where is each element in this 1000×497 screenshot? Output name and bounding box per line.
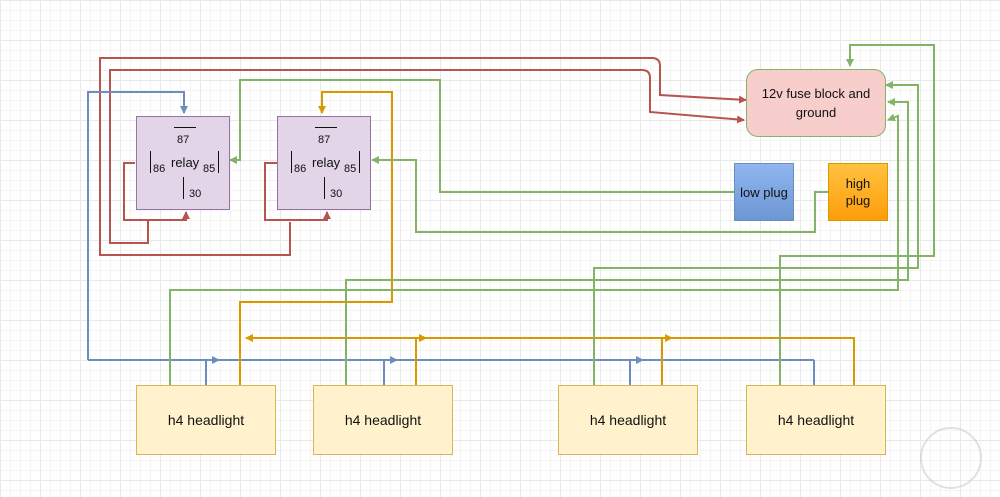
headlight-label: h4 headlight (344, 412, 422, 428)
relay-2[interactable]: 87 86 relay 85 30 (277, 116, 371, 210)
orange-wire-bus (245, 334, 855, 385)
relay-pin-87: 87 (177, 134, 190, 146)
headlight-1[interactable]: h4 headlight (136, 385, 276, 455)
relay-pin-30: 30 (189, 188, 202, 200)
relay-86-bar (150, 151, 151, 173)
diagram-canvas: 87 86 relay 85 30 87 86 relay 85 30 12v … (0, 0, 1000, 497)
relay-pin-85: 85 (344, 163, 357, 175)
relay-85-bar (218, 151, 219, 173)
blue-wire-hl3 (629, 356, 644, 385)
relay-86-bar (291, 151, 292, 173)
fuse-block[interactable]: 12v fuse block and ground (746, 69, 886, 137)
low-plug[interactable]: low plug (734, 163, 794, 221)
orange-wire-hl2 (415, 334, 427, 385)
high-plug-label: high plug (845, 176, 871, 208)
fuse-block-label: 12v fuse block and ground (761, 86, 871, 120)
relay-87-bar (315, 127, 337, 128)
relay-pin-30: 30 (330, 188, 343, 200)
relay-1[interactable]: 87 86 relay 85 30 (136, 116, 230, 210)
relay-30-bar (183, 177, 184, 199)
green-wire-hl2-ground (345, 98, 909, 385)
low-plug-label: low plug (740, 184, 788, 200)
relay-title: relay (171, 155, 200, 170)
orange-wire-hl3 (661, 334, 673, 385)
relay-30-bar (324, 177, 325, 199)
watermark-seal (920, 427, 982, 489)
relay-pin-87: 87 (318, 134, 331, 146)
headlight-label: h4 headlight (167, 412, 245, 428)
relay-pin-86: 86 (153, 163, 166, 175)
headlight-4[interactable]: h4 headlight (746, 385, 886, 455)
relay-pin-85: 85 (203, 163, 216, 175)
relay-87-bar (174, 127, 196, 128)
relay-title: relay (312, 155, 341, 170)
relay-85-bar (359, 151, 360, 173)
headlight-label: h4 headlight (777, 412, 855, 428)
headlight-label: h4 headlight (589, 412, 667, 428)
relay-pin-86: 86 (294, 163, 307, 175)
headlight-3[interactable]: h4 headlight (558, 385, 698, 455)
blue-wire-hl1 (205, 356, 220, 385)
blue-wire-hl2 (383, 356, 398, 385)
high-plug[interactable]: high plug (828, 163, 888, 221)
headlight-2[interactable]: h4 headlight (313, 385, 453, 455)
